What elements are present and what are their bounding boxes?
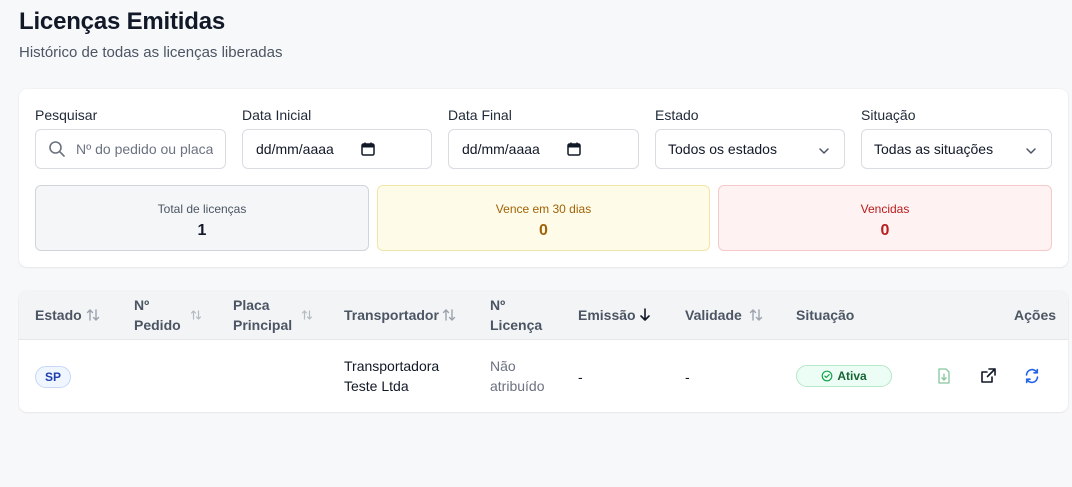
end-date-input[interactable]: dd/mm/aaaa: [448, 129, 639, 169]
stat-expired-card: Vencidas 0: [718, 185, 1052, 251]
col-header-situacao: Situação: [796, 305, 854, 325]
search-placeholder: Nº do pedido ou placa: [76, 141, 214, 157]
stat-expiring-value: 0: [539, 222, 548, 239]
col-header-transportador-label: Transportador: [344, 307, 439, 323]
col-header-pedido-line1: Nº: [134, 297, 150, 313]
col-header-validade-label: Validade: [685, 307, 742, 323]
col-header-licenca-line1: Nº: [490, 297, 506, 313]
col-header-placa[interactable]: Placa Principal: [233, 295, 292, 335]
state-selected: Todos os estados: [668, 141, 777, 157]
sort-icon[interactable]: [748, 307, 764, 328]
col-header-placa-line1: Placa: [233, 297, 270, 313]
search-input[interactable]: Nº do pedido ou placa: [35, 129, 226, 169]
col-header-placa-line2: Principal: [233, 317, 293, 333]
sort-icon[interactable]: [441, 307, 457, 328]
refresh-icon[interactable]: [1023, 367, 1041, 385]
sort-icon[interactable]: [190, 308, 202, 327]
col-header-transportador[interactable]: Transportador: [344, 305, 439, 325]
state-label: Estado: [655, 107, 699, 123]
sort-icon[interactable]: [301, 308, 313, 327]
start-date-input[interactable]: dd/mm/aaaa: [242, 129, 432, 169]
search-label: Pesquisar: [35, 107, 98, 123]
state-badge: SP: [35, 366, 71, 388]
col-header-estado-label: Estado: [35, 307, 82, 323]
chevron-down-icon: [818, 144, 830, 160]
cell-licenca-line2: atribuído: [490, 378, 545, 394]
col-header-emissao[interactable]: Emissão: [578, 305, 636, 325]
start-date-label: Data Inicial: [242, 107, 312, 123]
end-date-label: Data Final: [448, 107, 512, 123]
status-label: Situação: [861, 107, 916, 123]
col-header-emissao-label: Emissão: [578, 307, 636, 323]
stat-expiring-label: Vence em 30 dias: [495, 202, 592, 216]
check-circle-icon: [821, 370, 833, 382]
chevron-down-icon: [1025, 144, 1037, 160]
calendar-icon[interactable]: [361, 142, 375, 159]
status-badge-label: Ativa: [837, 369, 867, 383]
stat-total-label: Total de licenças: [157, 202, 247, 216]
status-select[interactable]: Todas as situações: [861, 129, 1052, 169]
stat-expiring-card: Vence em 30 dias 0: [377, 185, 710, 251]
table-header: Estado Nº Pedido Placa Principal Transpo…: [19, 291, 1068, 340]
col-header-situacao-label: Situação: [796, 307, 855, 323]
cell-licenca-line1: Não: [490, 358, 516, 374]
cell-transportador-line1: Transportadora: [344, 358, 440, 374]
status-badge: Ativa: [796, 365, 892, 387]
page-subtitle: Histórico de todas as licenças liberadas: [19, 44, 283, 61]
search-icon: [48, 140, 66, 158]
col-header-validade[interactable]: Validade: [685, 305, 742, 325]
col-header-licenca-line2: Licença: [490, 317, 543, 333]
licenses-table: Estado Nº Pedido Placa Principal Transpo…: [19, 291, 1068, 412]
cell-transportador: Transportadora Teste Ltda: [344, 356, 439, 396]
calendar-icon[interactable]: [567, 142, 581, 159]
stat-expired-value: 0: [880, 222, 890, 239]
sort-icon[interactable]: [85, 307, 101, 328]
state-select[interactable]: Todos os estados: [655, 129, 845, 169]
col-header-estado[interactable]: Estado: [35, 305, 82, 325]
col-header-pedido[interactable]: Nº Pedido: [134, 295, 181, 335]
stat-total-card: Total de licenças 1: [35, 185, 369, 251]
cell-transportador-line2: Teste Ltda: [344, 378, 409, 394]
download-icon[interactable]: [935, 367, 953, 385]
external-link-icon[interactable]: [979, 367, 997, 385]
end-date-value: dd/mm/aaaa: [462, 141, 540, 157]
page-title: Licenças Emitidas: [19, 8, 226, 35]
col-header-acoes: Ações: [1014, 305, 1056, 325]
stat-expired-label: Vencidas: [860, 202, 910, 216]
cell-validade: -: [685, 369, 690, 385]
col-header-licenca: Nº Licença: [490, 295, 542, 335]
cell-emissao: -: [578, 369, 583, 385]
col-header-acoes-label: Ações: [1014, 307, 1057, 323]
filter-card: Pesquisar Nº do pedido ou placa Data Ini…: [19, 89, 1068, 267]
status-selected: Todas as situações: [874, 141, 994, 157]
col-header-pedido-line2: Pedido: [134, 317, 181, 333]
sort-desc-arrow-icon[interactable]: [637, 307, 653, 328]
stat-total-value: 1: [197, 222, 207, 239]
start-date-value: dd/mm/aaaa: [256, 141, 334, 157]
cell-licenca: Não atribuído: [490, 356, 544, 396]
